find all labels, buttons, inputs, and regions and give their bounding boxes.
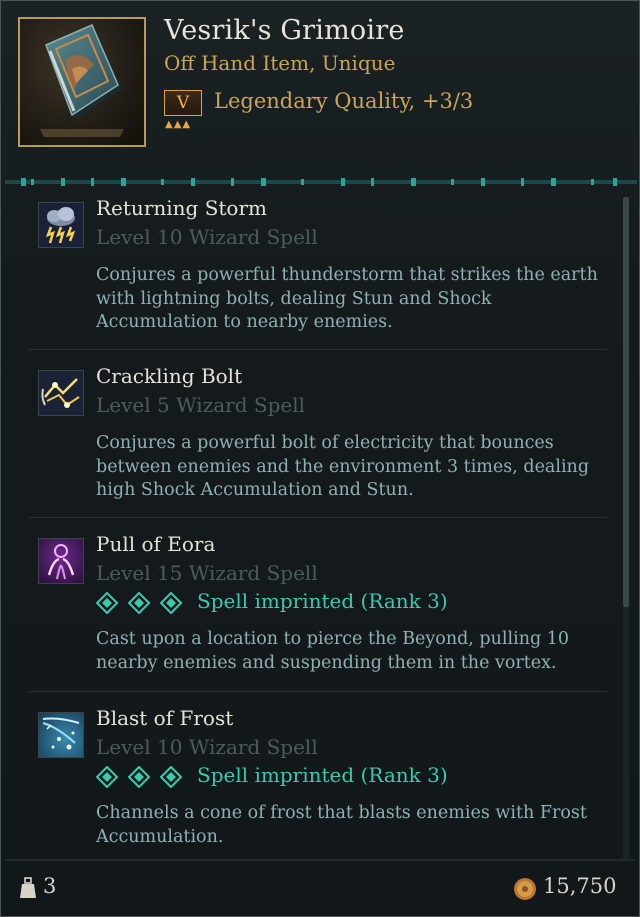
- spell-description: Channels a cone of frost that blasts ene…: [96, 803, 587, 847]
- grimoire-book-icon: [18, 17, 146, 147]
- spell-level: Level 15 Wizard Spell: [96, 561, 318, 585]
- imprint-label: Spell imprinted (Rank 3): [197, 589, 448, 613]
- spell-name: Crackling Bolt: [96, 364, 243, 388]
- spell-name: Pull of Eora: [96, 532, 216, 556]
- price-value: 15,750: [543, 874, 617, 898]
- coin-icon: [514, 878, 536, 900]
- spell-description: Conjures a powerful thunderstorm that st…: [96, 265, 598, 332]
- rank-letter: V: [164, 90, 202, 116]
- spell-level: Level 10 Wizard Spell: [96, 225, 318, 249]
- spell-level: Level 5 Wizard Spell: [96, 393, 306, 417]
- footer-divider: [5, 859, 635, 861]
- weight-icon: [20, 877, 36, 898]
- spell-description: Conjures a powerful bolt of electricity …: [96, 433, 590, 500]
- spell-name: Blast of Frost: [96, 706, 234, 730]
- spell-level: Level 10 Wizard Spell: [96, 735, 318, 759]
- rank-badge: V: [164, 90, 202, 118]
- spell-separator: [29, 349, 607, 350]
- spell-separator: [29, 691, 607, 692]
- chain-lightning-icon: [38, 370, 84, 416]
- vortex-pull-icon: [38, 538, 84, 584]
- imprint-diamonds-icon: [96, 766, 183, 788]
- item-quality: Legendary Quality, +3/3: [214, 89, 474, 113]
- storm-cloud-lightning-icon: [38, 202, 84, 248]
- scrollbar-thumb[interactable]: [623, 197, 629, 607]
- item-tooltip-panel: Vesrik's Grimoire Off Hand Item, Unique …: [0, 0, 640, 917]
- imprint-label: Spell imprinted (Rank 3): [197, 763, 448, 787]
- weight-value: 3: [43, 874, 57, 898]
- item-title: Vesrik's Grimoire: [164, 15, 405, 46]
- imprint-diamonds-icon: [96, 592, 183, 614]
- item-price: 15,750: [513, 874, 623, 902]
- frost-cone-icon: [38, 712, 84, 758]
- quality-stars-icon: ▲▲▲: [165, 119, 192, 130]
- spell-separator: [29, 517, 607, 518]
- item-header: Vesrik's Grimoire Off Hand Item, Unique …: [1, 1, 640, 173]
- spell-description: Cast upon a location to pierce the Beyon…: [96, 629, 570, 673]
- ornamental-divider: [5, 178, 637, 186]
- spell-name: Returning Storm: [96, 196, 267, 220]
- item-type: Off Hand Item, Unique: [164, 51, 396, 75]
